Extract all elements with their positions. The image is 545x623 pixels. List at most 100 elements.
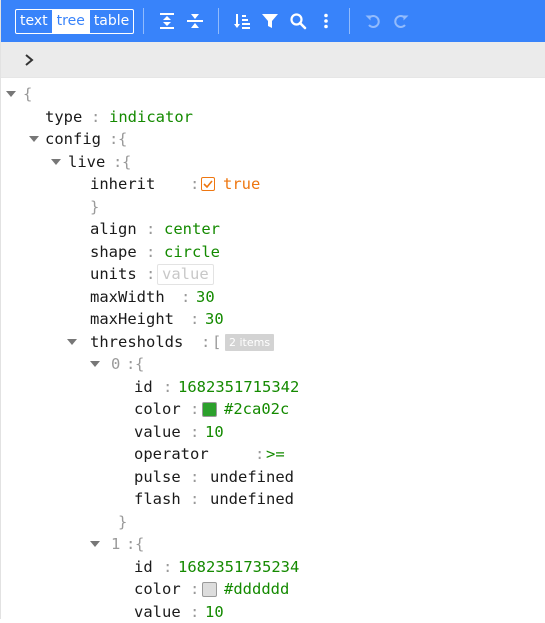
- field-key[interactable]: maxHeight: [90, 308, 174, 331]
- color-swatch[interactable]: [202, 402, 217, 417]
- color-swatch[interactable]: [202, 582, 217, 597]
- checkbox-checked-icon[interactable]: [201, 177, 215, 191]
- field-value[interactable]: 10: [205, 421, 224, 444]
- json-tree: { type : indicator config : { live : { i…: [1, 78, 545, 623]
- field-value[interactable]: circle: [164, 241, 220, 264]
- field-value[interactable]: indicator: [109, 106, 193, 129]
- field-key[interactable]: pulse: [134, 466, 181, 489]
- root-open-brace: {: [23, 83, 32, 106]
- field-key[interactable]: value: [134, 601, 181, 623]
- tree-node-operator: operator : >=: [1, 443, 545, 466]
- separator: :: [91, 106, 100, 129]
- field-key[interactable]: type: [45, 106, 82, 129]
- separator: :: [201, 331, 210, 354]
- field-key[interactable]: units: [90, 263, 137, 286]
- separator: :: [113, 151, 122, 174]
- open-brace: {: [122, 151, 131, 174]
- tree-node-color: color : #dddddd: [1, 578, 545, 601]
- tree-node-type: type : indicator: [1, 106, 545, 129]
- field-value[interactable]: #2ca02c: [224, 398, 289, 421]
- field-key[interactable]: value: [134, 421, 181, 444]
- field-key[interactable]: operator: [134, 443, 209, 466]
- mode-table-button[interactable]: table: [90, 10, 133, 33]
- field-value[interactable]: undefined: [210, 488, 294, 511]
- tree-node-threshold-1: 1 : {: [1, 533, 545, 556]
- redo-button[interactable]: [387, 6, 415, 36]
- field-key[interactable]: shape: [90, 241, 137, 264]
- separator: :: [190, 578, 199, 601]
- field-value[interactable]: #dddddd: [224, 578, 289, 601]
- field-key[interactable]: maxWidth: [90, 286, 165, 309]
- toolbar: text tree table: [1, 0, 545, 42]
- separator: :: [109, 128, 118, 151]
- search-button[interactable]: [284, 6, 312, 36]
- tree-node-pulse: pulse : undefined: [1, 466, 545, 489]
- field-value[interactable]: 10: [205, 601, 224, 623]
- json-editor: text tree table: [0, 0, 545, 619]
- tree-node-color: color : #2ca02c: [1, 398, 545, 421]
- field-key[interactable]: thresholds: [90, 331, 183, 354]
- empty-value-placeholder[interactable]: value: [157, 264, 214, 285]
- field-key[interactable]: align: [90, 218, 137, 241]
- sort-icon: [233, 12, 251, 30]
- close-brace: }: [118, 511, 127, 534]
- toolbar-divider: [218, 8, 219, 34]
- field-key[interactable]: id: [134, 556, 153, 579]
- tree-node-align: align : center: [1, 218, 545, 241]
- separator: :: [190, 488, 199, 511]
- tree-node-threshold-0-close: }: [1, 511, 545, 534]
- field-value[interactable]: center: [164, 218, 220, 241]
- separator: :: [190, 398, 199, 421]
- caret-down-icon[interactable]: [88, 533, 102, 556]
- field-key[interactable]: inherit: [90, 173, 155, 196]
- field-key[interactable]: color: [134, 398, 181, 421]
- collapse-all-button[interactable]: [181, 6, 209, 36]
- separator: :: [190, 421, 199, 444]
- separator: :: [146, 218, 155, 241]
- field-value[interactable]: >=: [266, 443, 285, 466]
- toolbar-divider: [349, 8, 350, 34]
- separator: :: [255, 443, 264, 466]
- tree-node-thresholds: thresholds : [ 2 items: [1, 331, 545, 354]
- field-key[interactable]: color: [134, 578, 181, 601]
- navigation-bar: [1, 42, 545, 78]
- separator: :: [146, 241, 155, 264]
- filter-button[interactable]: [256, 6, 284, 36]
- separator: :: [146, 263, 155, 286]
- caret-down-icon[interactable]: [49, 151, 63, 174]
- caret-down-icon[interactable]: [27, 128, 41, 151]
- field-value[interactable]: 30: [196, 286, 215, 309]
- field-key[interactable]: config: [45, 128, 101, 151]
- open-bracket: [: [212, 331, 221, 354]
- sort-button[interactable]: [228, 6, 256, 36]
- expand-all-icon: [158, 12, 176, 30]
- toolbar-divider: [143, 8, 144, 34]
- tree-node-flash: flash : undefined: [1, 488, 545, 511]
- array-index: 1: [111, 533, 120, 556]
- caret-down-icon[interactable]: [4, 83, 18, 106]
- undo-icon: [364, 12, 382, 30]
- field-value[interactable]: 1682351715342: [178, 376, 299, 399]
- field-key[interactable]: live: [68, 151, 105, 174]
- tree-node-root: {: [1, 83, 545, 106]
- chevron-right-icon[interactable]: [23, 53, 35, 67]
- mode-tree-button[interactable]: tree: [53, 10, 90, 33]
- field-key[interactable]: flash: [134, 488, 181, 511]
- field-value[interactable]: true: [223, 173, 260, 196]
- caret-down-icon[interactable]: [65, 331, 79, 354]
- undo-button[interactable]: [359, 6, 387, 36]
- tree-node-inherit: inherit : true: [1, 173, 545, 196]
- field-key[interactable]: id: [134, 376, 153, 399]
- expand-all-button[interactable]: [153, 6, 181, 36]
- item-count-badge: 2 items: [225, 334, 274, 351]
- caret-down-icon[interactable]: [88, 353, 102, 376]
- more-button[interactable]: [312, 6, 340, 36]
- separator: :: [126, 353, 135, 376]
- mode-text-button[interactable]: text: [16, 10, 53, 33]
- tree-node-live: live : {: [1, 151, 545, 174]
- field-value[interactable]: undefined: [210, 466, 294, 489]
- open-brace: {: [118, 128, 127, 151]
- more-icon: [317, 12, 335, 30]
- field-value[interactable]: 30: [205, 308, 224, 331]
- field-value[interactable]: 1682351735234: [178, 556, 299, 579]
